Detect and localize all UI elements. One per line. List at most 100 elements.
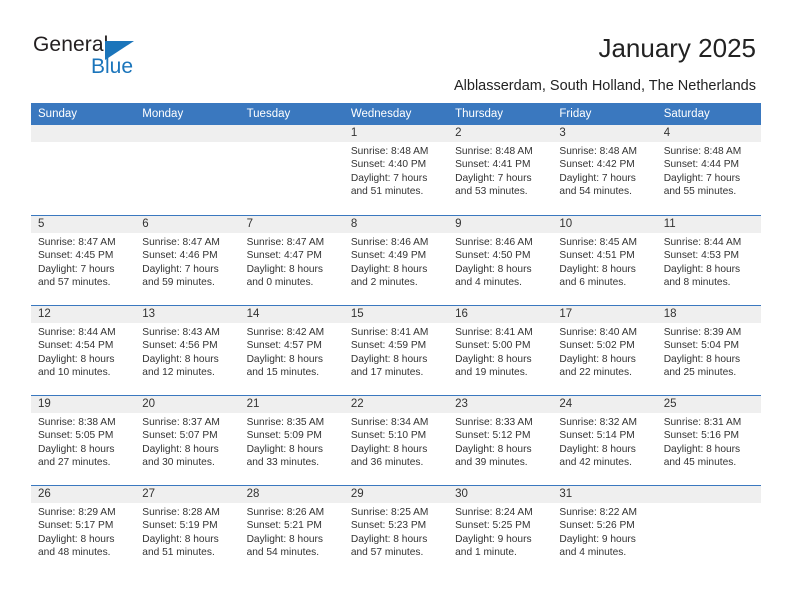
day-number: 24 <box>559 398 573 410</box>
sunrise-text: Sunrise: 8:41 AM <box>350 327 429 338</box>
day-number-band: 9 <box>448 216 553 233</box>
calendar-day-cell[interactable]: 31 Sunrise: 8:22 AM Sunset: 5:26 PM Dayligh… <box>552 486 657 575</box>
day-number: 13 <box>142 308 156 320</box>
calendar-page: General Blue January 2025 Alblasserdam, … <box>0 0 792 612</box>
calendar-day-cell[interactable]: 24 Sunrise: 8:32 AM Sunset: 5:14 PM Dayligh… <box>552 396 657 485</box>
calendar-week-row: 5 Sunrise: 8:47 AM Sunset: 4:45 PM Daylight… <box>31 215 761 305</box>
calendar-day-cell[interactable]: 22 Sunrise: 8:34 AM Sunset: 5:10 PM Dayligh… <box>343 396 449 485</box>
calendar-day-cell[interactable]: 11 Sunrise: 8:44 AM Sunset: 4:53 PM Dayligh… <box>656 216 761 305</box>
calendar-day-cell[interactable]: 26 Sunrise: 8:29 AM Sunset: 5:17 PM Dayligh… <box>31 486 136 575</box>
day-number-band: 22 <box>343 396 449 413</box>
weekday-header-thursday: Thursday <box>455 108 504 120</box>
day-number: 10 <box>559 218 573 230</box>
calendar-day-cell[interactable]: 25 Sunrise: 8:31 AM Sunset: 5:16 PM Dayligh… <box>656 396 761 485</box>
sunset-text: Sunset: 4:44 PM <box>663 159 740 171</box>
day-number-band: 27 <box>135 486 240 503</box>
day-number: 12 <box>38 308 51 320</box>
day-number-band: 13 <box>135 306 240 323</box>
day-sun-info: Sunrise: 8:44 AM Sunset: 4:54 PM Daylight:… <box>31 323 135 380</box>
daylight-text: Daylight: 8 hours and 48 minutes. <box>38 533 115 559</box>
calendar-day-cell[interactable]: 23 Sunrise: 8:33 AM Sunset: 5:12 PM Dayligh… <box>448 396 553 485</box>
sunset-text: Sunset: 4:45 PM <box>38 250 114 262</box>
sunset-text: Sunset: 5:23 PM <box>350 520 427 532</box>
day-number-band: 19 <box>31 396 136 413</box>
calendar-day-cell[interactable]: 5 Sunrise: 8:47 AM Sunset: 4:45 PM Daylight… <box>31 216 136 305</box>
sunrise-text: Sunrise: 8:47 AM <box>142 237 220 248</box>
sunrise-text: Sunrise: 8:22 AM <box>559 507 637 518</box>
day-number-band: 28 <box>239 486 344 503</box>
calendar-day-cell[interactable]: 30 Sunrise: 8:24 AM Sunset: 5:25 PM Dayligh… <box>448 486 553 575</box>
day-sun-info: Sunrise: 8:41 AM Sunset: 5:00 PM Daylight:… <box>448 323 552 380</box>
day-number: 27 <box>142 488 156 500</box>
calendar-day-cell[interactable]: 27 Sunrise: 8:28 AM Sunset: 5:19 PM Dayligh… <box>135 486 240 575</box>
day-number: 6 <box>142 218 149 230</box>
calendar-day-cell[interactable]: 20 Sunrise: 8:37 AM Sunset: 5:07 PM Dayligh… <box>135 396 240 485</box>
sunrise-text: Sunrise: 8:47 AM <box>38 237 116 248</box>
sunset-text: Sunset: 4:53 PM <box>663 250 740 262</box>
day-sun-info: Sunrise: 8:48 AM Sunset: 4:42 PM Daylight:… <box>552 142 656 199</box>
daylight-text: Daylight: 7 hours and 59 minutes. <box>142 263 219 289</box>
daylight-text: Daylight: 8 hours and 25 minutes. <box>663 353 741 379</box>
calendar-day-cell[interactable]: 14 Sunrise: 8:42 AM Sunset: 4:57 PM Dayligh… <box>239 306 344 395</box>
page-title: January 2025 <box>598 33 756 63</box>
day-sun-info: Sunrise: 8:32 AM Sunset: 5:14 PM Daylight:… <box>552 413 656 470</box>
calendar-day-cell[interactable]: 29 Sunrise: 8:25 AM Sunset: 5:23 PM Dayligh… <box>343 486 449 575</box>
calendar-day-cell[interactable]: 6 Sunrise: 8:47 AM Sunset: 4:46 PM Daylight… <box>135 216 240 305</box>
sunrise-text: Sunrise: 8:24 AM <box>455 507 533 518</box>
daylight-text: Daylight: 8 hours and 19 minutes. <box>455 353 532 379</box>
daylight-text: Daylight: 7 hours and 57 minutes. <box>38 263 115 289</box>
day-sun-info: Sunrise: 8:39 AM Sunset: 5:04 PM Daylight:… <box>657 323 761 380</box>
calendar-day-cell[interactable]: 8 Sunrise: 8:46 AM Sunset: 4:49 PM Daylight… <box>343 216 449 305</box>
weekday-header-row: Sunday Monday Tuesday Wednesday Thursday Frid… <box>31 103 761 125</box>
day-sun-info: Sunrise: 8:35 AM Sunset: 5:09 PM Daylight:… <box>240 413 344 470</box>
calendar-day-cell[interactable]: 13 Sunrise: 8:43 AM Sunset: 4:56 PM Dayligh… <box>135 306 240 395</box>
day-number: 3 <box>559 127 566 139</box>
calendar-day-cell[interactable]: 4 Sunrise: 8:48 AM Sunset: 4:44 PM Daylight… <box>656 125 761 215</box>
daylight-text: Daylight: 8 hours and 33 minutes. <box>246 443 324 469</box>
day-number-band: 20 <box>135 396 240 413</box>
sunset-text: Sunset: 5:17 PM <box>38 520 114 532</box>
day-sun-info: Sunrise: 8:44 AM Sunset: 4:53 PM Daylight:… <box>657 233 761 290</box>
calendar-day-cell[interactable]: 17 Sunrise: 8:40 AM Sunset: 5:02 PM Dayligh… <box>552 306 657 395</box>
daylight-text: Daylight: 8 hours and 0 minutes. <box>246 263 324 289</box>
weekday-header-wednesday: Wednesday <box>350 108 412 120</box>
calendar-day-cell[interactable]: 15 Sunrise: 8:41 AM Sunset: 4:59 PM Dayligh… <box>343 306 449 395</box>
day-sun-info: Sunrise: 8:47 AM Sunset: 4:45 PM Daylight:… <box>31 233 135 290</box>
calendar-day-cell[interactable]: 12 Sunrise: 8:44 AM Sunset: 4:54 PM Dayligh… <box>31 306 136 395</box>
calendar-day-cell[interactable]: 9 Sunrise: 8:46 AM Sunset: 4:50 PM Daylight… <box>448 216 553 305</box>
day-sun-info: Sunrise: 8:46 AM Sunset: 4:49 PM Daylight:… <box>344 233 448 290</box>
daylight-text: Daylight: 8 hours and 45 minutes. <box>663 443 741 469</box>
calendar-day-cell[interactable]: 1 Sunrise: 8:48 AM Sunset: 4:40 PM Daylight… <box>343 125 449 215</box>
day-sun-info: Sunrise: 8:38 AM Sunset: 5:05 PM Daylight:… <box>31 413 135 470</box>
weekday-header-sunday: Sunday <box>38 108 78 120</box>
calendar-day-cell[interactable]: 2 Sunrise: 8:48 AM Sunset: 4:41 PM Daylight… <box>448 125 553 215</box>
day-number-band: 30 <box>448 486 553 503</box>
sunrise-text: Sunrise: 8:44 AM <box>663 237 742 248</box>
sunrise-text: Sunrise: 8:31 AM <box>663 417 742 428</box>
calendar-day-cell[interactable]: 19 Sunrise: 8:38 AM Sunset: 5:05 PM Dayligh… <box>31 396 136 485</box>
day-sun-info: Sunrise: 8:26 AM Sunset: 5:21 PM Daylight:… <box>240 503 344 560</box>
day-sun-info: Sunrise: 8:25 AM Sunset: 5:23 PM Daylight:… <box>344 503 448 560</box>
day-number-band: 11 <box>656 216 761 233</box>
sunrise-text: Sunrise: 8:42 AM <box>246 327 325 338</box>
calendar-day-cell[interactable]: 28 Sunrise: 8:26 AM Sunset: 5:21 PM Dayligh… <box>239 486 344 575</box>
calendar-day-cell[interactable]: 7 Sunrise: 8:47 AM Sunset: 4:47 PM Daylight… <box>239 216 344 305</box>
day-sun-info: Sunrise: 8:48 AM Sunset: 4:40 PM Daylight:… <box>344 142 448 199</box>
sunrise-text: Sunrise: 8:37 AM <box>142 417 220 428</box>
day-number: 5 <box>38 218 45 230</box>
calendar-day-cell[interactable]: 10 Sunrise: 8:45 AM Sunset: 4:51 PM Dayligh… <box>552 216 657 305</box>
day-number-band: 29 <box>343 486 449 503</box>
sunrise-text: Sunrise: 8:46 AM <box>350 237 429 248</box>
calendar-day-cell[interactable]: 18 Sunrise: 8:39 AM Sunset: 5:04 PM Dayligh… <box>656 306 761 395</box>
day-sun-info: Sunrise: 8:48 AM Sunset: 4:41 PM Daylight:… <box>448 142 552 199</box>
day-number-band: 1 <box>343 125 449 142</box>
day-number: 18 <box>663 308 677 320</box>
daylight-text: Daylight: 7 hours and 53 minutes. <box>455 172 532 198</box>
weekday-header-friday: Friday <box>559 108 592 120</box>
calendar-week-row: 26 Sunrise: 8:29 AM Sunset: 5:17 PM Dayligh… <box>31 485 761 575</box>
day-sun-info: Sunrise: 8:37 AM Sunset: 5:07 PM Daylight:… <box>135 413 239 470</box>
calendar-day-cell[interactable]: 16 Sunrise: 8:41 AM Sunset: 5:00 PM Dayligh… <box>448 306 553 395</box>
calendar-day-cell[interactable]: 21 Sunrise: 8:35 AM Sunset: 5:09 PM Dayligh… <box>239 396 344 485</box>
calendar-day-cell[interactable]: 3 Sunrise: 8:48 AM Sunset: 4:42 PM Daylight… <box>552 125 657 215</box>
page-header: General Blue January 2025 Alblasserdam, … <box>0 0 792 103</box>
